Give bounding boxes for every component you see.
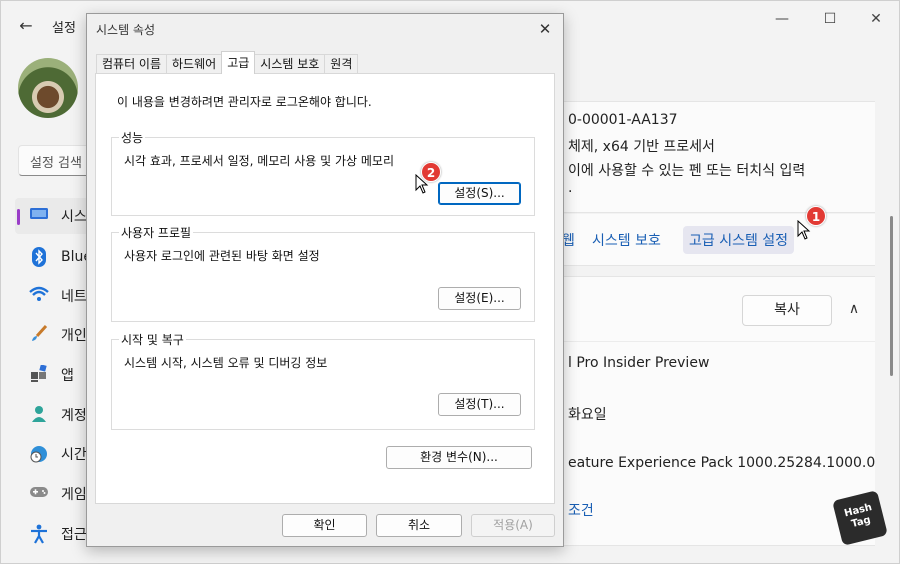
apps-icon [29, 364, 49, 385]
sidebar-item-apps[interactable]: 앱 [15, 357, 95, 393]
group-description: 시스템 시작, 시스템 오류 및 디버깅 정보 [124, 356, 328, 370]
sidebar-item-network[interactable]: 네트 [15, 278, 95, 314]
tab-computer-name[interactable]: 컴퓨터 이름 [96, 54, 168, 74]
system-properties-dialog: 시스템 속성 ✕ 컴퓨터 이름 하드웨어 고급 시스템 보호 원격 이 내용을 … [86, 13, 564, 547]
group-label: 성능 [119, 129, 146, 146]
sidebar-item-label: 시간 [61, 447, 87, 463]
system-protection-link[interactable]: 시스템 보호 [592, 230, 661, 250]
performance-group: 성능 시각 효과, 프로세서 일정, 메모리 사용 및 가상 메모리 설정(S)… [111, 129, 535, 216]
dialog-close-button[interactable]: ✕ [531, 16, 559, 42]
sidebar-item-label: 개인 [61, 328, 87, 344]
sidebar-item-label: 시스 [61, 209, 87, 225]
sidebar-item-label: 게임 [61, 487, 87, 503]
sidebar-item-time[interactable]: 시간 [15, 436, 95, 472]
sidebar-item-accounts[interactable]: 계정 [15, 397, 95, 433]
edition-text: l Pro Insider Preview [568, 355, 710, 371]
device-spec-card: 0-00001-AA137 체제, x64 기반 프로세서 이에 사용할 수 있… [561, 101, 875, 213]
avatar[interactable] [18, 58, 78, 118]
maximize-icon: ☐ [823, 11, 837, 27]
minimize-button[interactable]: — [759, 9, 805, 29]
maximize-button[interactable]: ☐ [807, 9, 853, 29]
sidebar-item-system[interactable]: 시스 [15, 198, 95, 234]
user-profiles-group: 사용자 프로필 사용자 로그인에 관련된 바탕 화면 설정 설정(E)... [111, 224, 535, 322]
pen-touch-text: 이에 사용할 수 있는 펜 또는 터치식 입력 [568, 163, 806, 179]
bluetooth-icon [29, 247, 49, 267]
watermark-logo: Hash Tag [832, 490, 888, 546]
group-label: 시작 및 복구 [119, 331, 186, 348]
minimize-icon: — [775, 11, 789, 27]
copy-button[interactable]: 복사 [742, 295, 832, 326]
advanced-tab-panel: 이 내용을 변경하려면 관리자로 로그온해야 합니다. 성능 시각 효과, 프로… [95, 73, 555, 504]
tab-advanced[interactable]: 고급 [221, 51, 256, 74]
watermark-text: Hash Tag [843, 501, 874, 531]
sidebar-item-gaming[interactable]: 게임 [15, 476, 95, 512]
brush-icon [29, 324, 49, 345]
tab-system-protection[interactable]: 시스템 보호 [254, 54, 326, 74]
environment-variables-button[interactable]: 환경 변수(N)... [386, 446, 532, 469]
install-date-text: 화요일 [568, 407, 607, 423]
account-icon [29, 405, 49, 425]
sidebar-item-label: 앱 [61, 368, 74, 384]
close-button[interactable]: ✕ [853, 9, 899, 29]
app-title: 설정 [52, 21, 76, 36]
ok-button[interactable]: 확인 [282, 514, 367, 537]
scrollbar-thumb[interactable] [890, 216, 893, 376]
chevron-up-icon[interactable]: ∧ [842, 297, 866, 321]
monitor-icon [29, 206, 49, 226]
experience-text: eature Experience Pack 1000.25284.1000.0 [568, 455, 876, 471]
system-type-text: 체제, x64 기반 프로세서 [568, 139, 715, 155]
windows-spec-card: 복사 ∧ l Pro Insider Preview 화요일 eature Ex… [561, 276, 875, 546]
close-icon: ✕ [870, 11, 882, 27]
accessibility-icon [29, 524, 49, 544]
dialog-title: 시스템 속성 [96, 23, 156, 37]
pen-touch-text-end: . [568, 180, 573, 196]
terms-link[interactable]: 조건 [568, 500, 594, 520]
apply-button[interactable]: 적용(A) [471, 514, 555, 537]
tab-remote[interactable]: 원격 [324, 54, 359, 74]
tab-hardware[interactable]: 하드웨어 [166, 54, 223, 74]
back-arrow-icon: ← [19, 16, 33, 35]
scrollbar[interactable] [890, 216, 893, 376]
gamepad-icon [29, 484, 49, 504]
back-button[interactable]: ← [15, 15, 37, 37]
cursor-icon [415, 174, 429, 194]
related-links-row: 웹 시스템 보호 고급 시스템 설정 [561, 214, 875, 266]
device-id-text: 0-00001-AA137 [568, 112, 678, 128]
clock-globe-icon [29, 444, 49, 464]
sidebar-item-personalization[interactable]: 개인 [15, 317, 95, 353]
group-description: 시각 효과, 프로세서 일정, 메모리 사용 및 가상 메모리 [124, 154, 394, 168]
divider [562, 341, 875, 342]
active-indicator [17, 209, 20, 225]
startup-recovery-settings-button[interactable]: 설정(T)... [438, 393, 521, 416]
sidebar-item-bluetooth[interactable]: Blue [15, 239, 95, 275]
sidebar-item-label: 네트 [61, 289, 87, 305]
advanced-system-settings-link[interactable]: 고급 시스템 설정 [683, 226, 795, 254]
user-profiles-settings-button[interactable]: 설정(E)... [438, 287, 521, 310]
tab-strip: 컴퓨터 이름 하드웨어 고급 시스템 보호 원격 [96, 51, 359, 74]
sidebar-item-accessibility[interactable]: 접근 [15, 516, 95, 552]
cursor-icon [797, 220, 811, 240]
group-description: 사용자 로그인에 관련된 바탕 화면 설정 [124, 249, 320, 263]
cancel-button[interactable]: 취소 [376, 514, 462, 537]
close-icon: ✕ [538, 20, 552, 38]
group-label: 사용자 프로필 [119, 224, 194, 241]
sidebar-item-label: 계정 [61, 408, 87, 424]
startup-recovery-group: 시작 및 복구 시스템 시작, 시스템 오류 및 디버깅 정보 설정(T)... [111, 331, 535, 430]
wifi-icon [29, 286, 49, 306]
admin-note: 이 내용을 변경하려면 관리자로 로그온해야 합니다. [117, 95, 372, 109]
performance-settings-button[interactable]: 설정(S)... [438, 182, 521, 205]
sidebar-item-label: 접근 [61, 527, 87, 543]
